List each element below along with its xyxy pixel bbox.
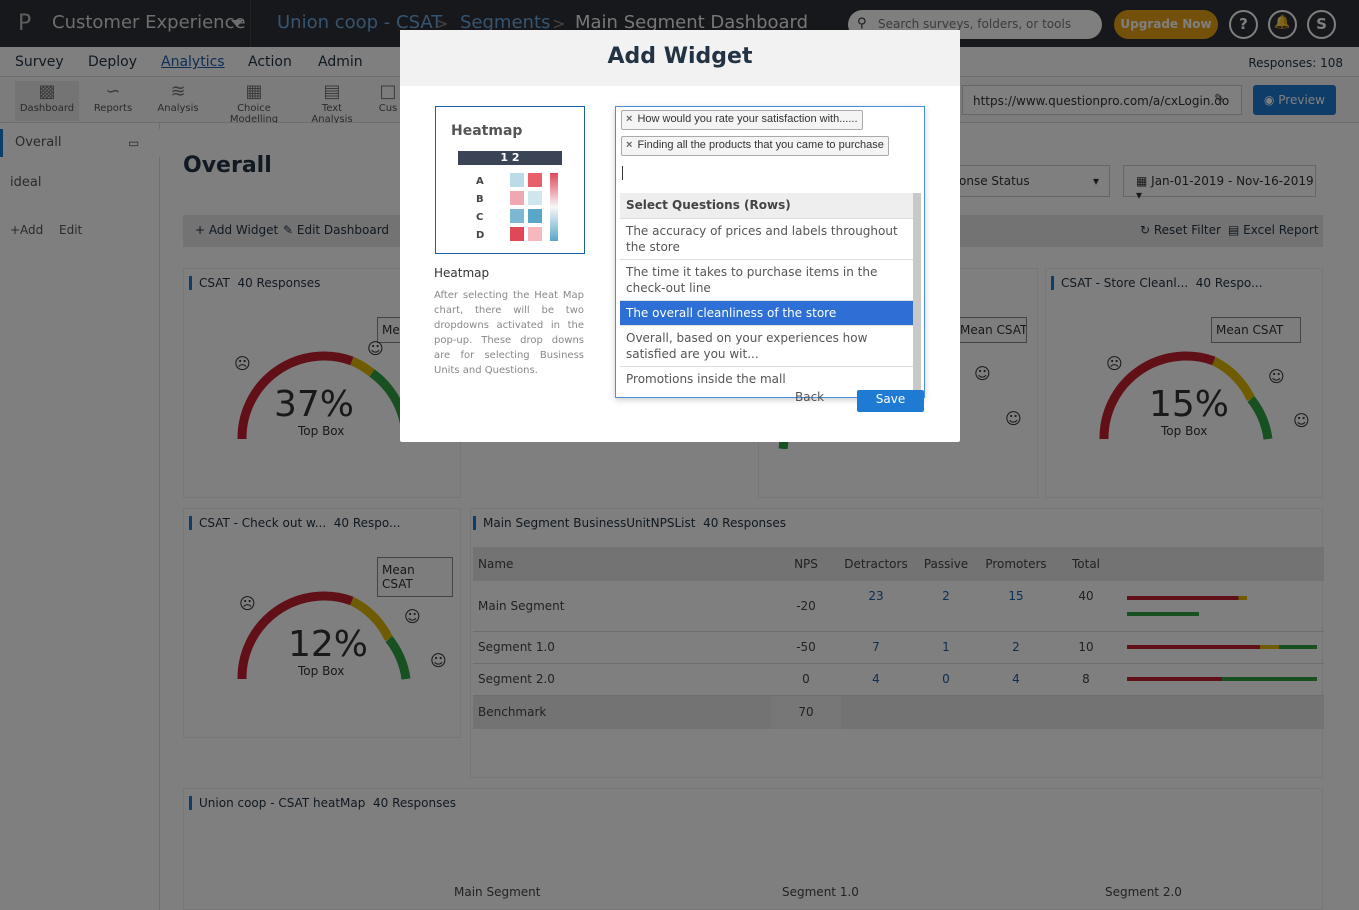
modal-title: Add Widget [400, 30, 960, 86]
heatmap-preview-icon [510, 173, 558, 241]
dropdown-option-highlighted[interactable]: The overall cleanliness of the store [620, 300, 913, 325]
close-icon[interactable]: × [626, 113, 632, 125]
row-label: C [476, 212, 484, 223]
dropdown-option[interactable]: Promotions inside the mall [620, 366, 913, 391]
dropdown-scrollbar[interactable] [913, 193, 921, 395]
heatmap-widget-option[interactable]: Heatmap 1 2 A B C D [435, 106, 585, 254]
heatmap-preview-header: 1 2 [458, 151, 562, 165]
dropdown-header: Select Questions (Rows) [620, 193, 913, 218]
heatmap-preview-rows: A B C D [476, 173, 484, 245]
back-button[interactable]: Back [795, 390, 824, 404]
dropdown-option[interactable]: The time it takes to purchase items in t… [620, 259, 913, 300]
text-cursor[interactable] [622, 166, 623, 180]
add-widget-modal: Add Widget Heatmap 1 2 A B C D Heatmap A… [400, 30, 960, 442]
selected-chip[interactable]: × How would you rate your satisfaction wi… [621, 110, 863, 130]
save-button[interactable]: Save [857, 390, 924, 412]
selected-chip[interactable]: × Finding all the products that you came … [621, 136, 889, 156]
row-label: A [476, 176, 484, 187]
scrollbar-thumb[interactable] [913, 193, 921, 393]
row-label: D [476, 230, 485, 241]
dropdown-option[interactable]: Overall, based on your experiences how s… [620, 325, 913, 366]
row-label: B [476, 194, 484, 205]
chip-label: Finding all the products that you came t… [637, 139, 884, 151]
close-icon[interactable]: × [626, 139, 632, 151]
dropdown-option[interactable]: The accuracy of prices and labels throug… [620, 218, 913, 259]
widget-name: Heatmap [434, 266, 490, 280]
widget-description: After selecting the Heat Map chart, ther… [434, 290, 584, 376]
chip-label: How would you rate your satisfaction wit… [637, 113, 858, 125]
option-title: Heatmap [451, 123, 523, 139]
questions-multiselect[interactable]: × How would you rate your satisfaction wi… [615, 106, 925, 398]
questions-dropdown: Select Questions (Rows) The accuracy of … [620, 193, 913, 395]
